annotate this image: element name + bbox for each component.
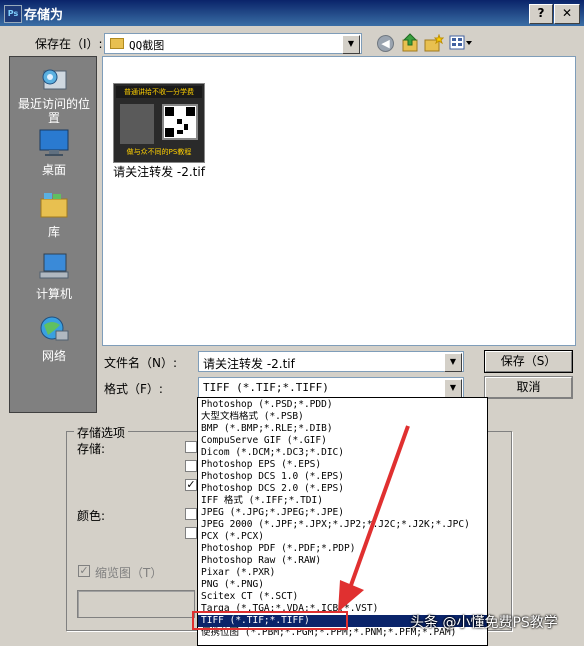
filename-label: 文件名（N）:	[104, 356, 178, 370]
place-desktop[interactable]: 桌面	[10, 127, 98, 178]
thumbnail-label: 缩览图（T）	[95, 566, 163, 580]
thumb-top-text: 普通讲给不收一分学费	[116, 86, 202, 98]
view-menu-icon[interactable]	[449, 35, 473, 51]
qr-code-icon	[162, 104, 198, 140]
store-option-checkbox-checked[interactable]: ✓	[185, 479, 197, 491]
color-label: 颜色:	[77, 509, 106, 523]
chevron-down-icon[interactable]: ▼	[342, 35, 360, 54]
computer-icon	[38, 251, 70, 283]
file-list[interactable]: 普通讲给不收一分学费 做与众不同的PS教程 请关注转发 -2.tif	[102, 56, 576, 346]
save-button-label: 保存（S）	[500, 354, 557, 368]
save-button[interactable]: 保存（S）	[484, 350, 573, 373]
up-folder-icon[interactable]	[401, 33, 419, 53]
help-button[interactable]: ?	[529, 4, 553, 24]
libraries-icon	[38, 189, 70, 221]
thumb-bottom-text: 做与众不同的PS教程	[126, 148, 192, 156]
place-label: 计算机	[35, 287, 72, 301]
store-option-checkbox[interactable]	[185, 441, 197, 453]
places-bar: 最近访问的位置 桌面 库 计算机 网络	[9, 56, 97, 413]
place-network[interactable]: 网络	[10, 313, 98, 364]
save-in-label: 保存在（I）:	[35, 37, 103, 51]
place-label: 库	[47, 225, 60, 239]
cancel-button-label: 取消	[516, 380, 541, 394]
format-label: 格式（F）:	[104, 382, 163, 396]
title-bar: Ps 存储为 ? ✕	[0, 0, 584, 26]
place-label: 桌面	[41, 163, 66, 177]
back-icon[interactable]: ◀	[377, 35, 394, 52]
place-computer[interactable]: 计算机	[10, 251, 98, 302]
save-in-folder: QQ截图	[129, 39, 165, 52]
thumb-figure	[120, 104, 154, 144]
red-arrow-icon	[338, 425, 410, 612]
filename-input[interactable]: 请关注转发 -2.tif	[203, 355, 295, 372]
format-option[interactable]: Photoshop (*.PSD;*.PDD)	[198, 399, 487, 411]
store-option-checkbox[interactable]	[185, 460, 197, 472]
window-title: 存储为	[24, 8, 64, 23]
thumbnail-checkbox: ✓	[78, 564, 90, 577]
warning-area	[77, 590, 195, 618]
chevron-down-icon[interactable]: ▼	[444, 379, 462, 398]
photoshop-app-icon: Ps	[4, 5, 22, 23]
file-name[interactable]: 请关注转发 -2.tif	[107, 165, 211, 180]
place-recent[interactable]: 最近访问的位置	[10, 63, 98, 125]
store-label: 存储:	[77, 442, 106, 456]
color-option-checkbox[interactable]	[185, 527, 197, 539]
place-libraries[interactable]: 库	[10, 189, 98, 240]
color-option-checkbox[interactable]	[185, 508, 197, 520]
network-icon	[38, 313, 70, 345]
place-label: 网络	[41, 349, 66, 363]
close-button[interactable]: ✕	[554, 4, 580, 24]
save-in-combo[interactable]: QQ截图 ▼	[104, 33, 362, 54]
desktop-icon	[38, 127, 70, 159]
cancel-button[interactable]: 取消	[484, 376, 573, 399]
recent-places-icon	[38, 63, 70, 95]
filename-combo[interactable]: 请关注转发 -2.tif ▼	[198, 351, 464, 372]
watermark: 头条 @小懂免费PS教学	[410, 615, 558, 631]
save-options-title: 存储选项	[74, 424, 129, 441]
chevron-down-icon[interactable]: ▼	[444, 353, 462, 372]
file-thumbnail[interactable]: 普通讲给不收一分学费 做与众不同的PS教程	[113, 83, 205, 163]
place-label: 最近访问的位置	[17, 97, 90, 125]
new-folder-icon[interactable]	[424, 33, 445, 52]
folder-icon	[110, 38, 124, 49]
format-combo[interactable]: TIFF (*.TIF;*.TIFF) ▼	[198, 377, 464, 398]
format-selected: TIFF (*.TIF;*.TIFF)	[203, 381, 329, 394]
